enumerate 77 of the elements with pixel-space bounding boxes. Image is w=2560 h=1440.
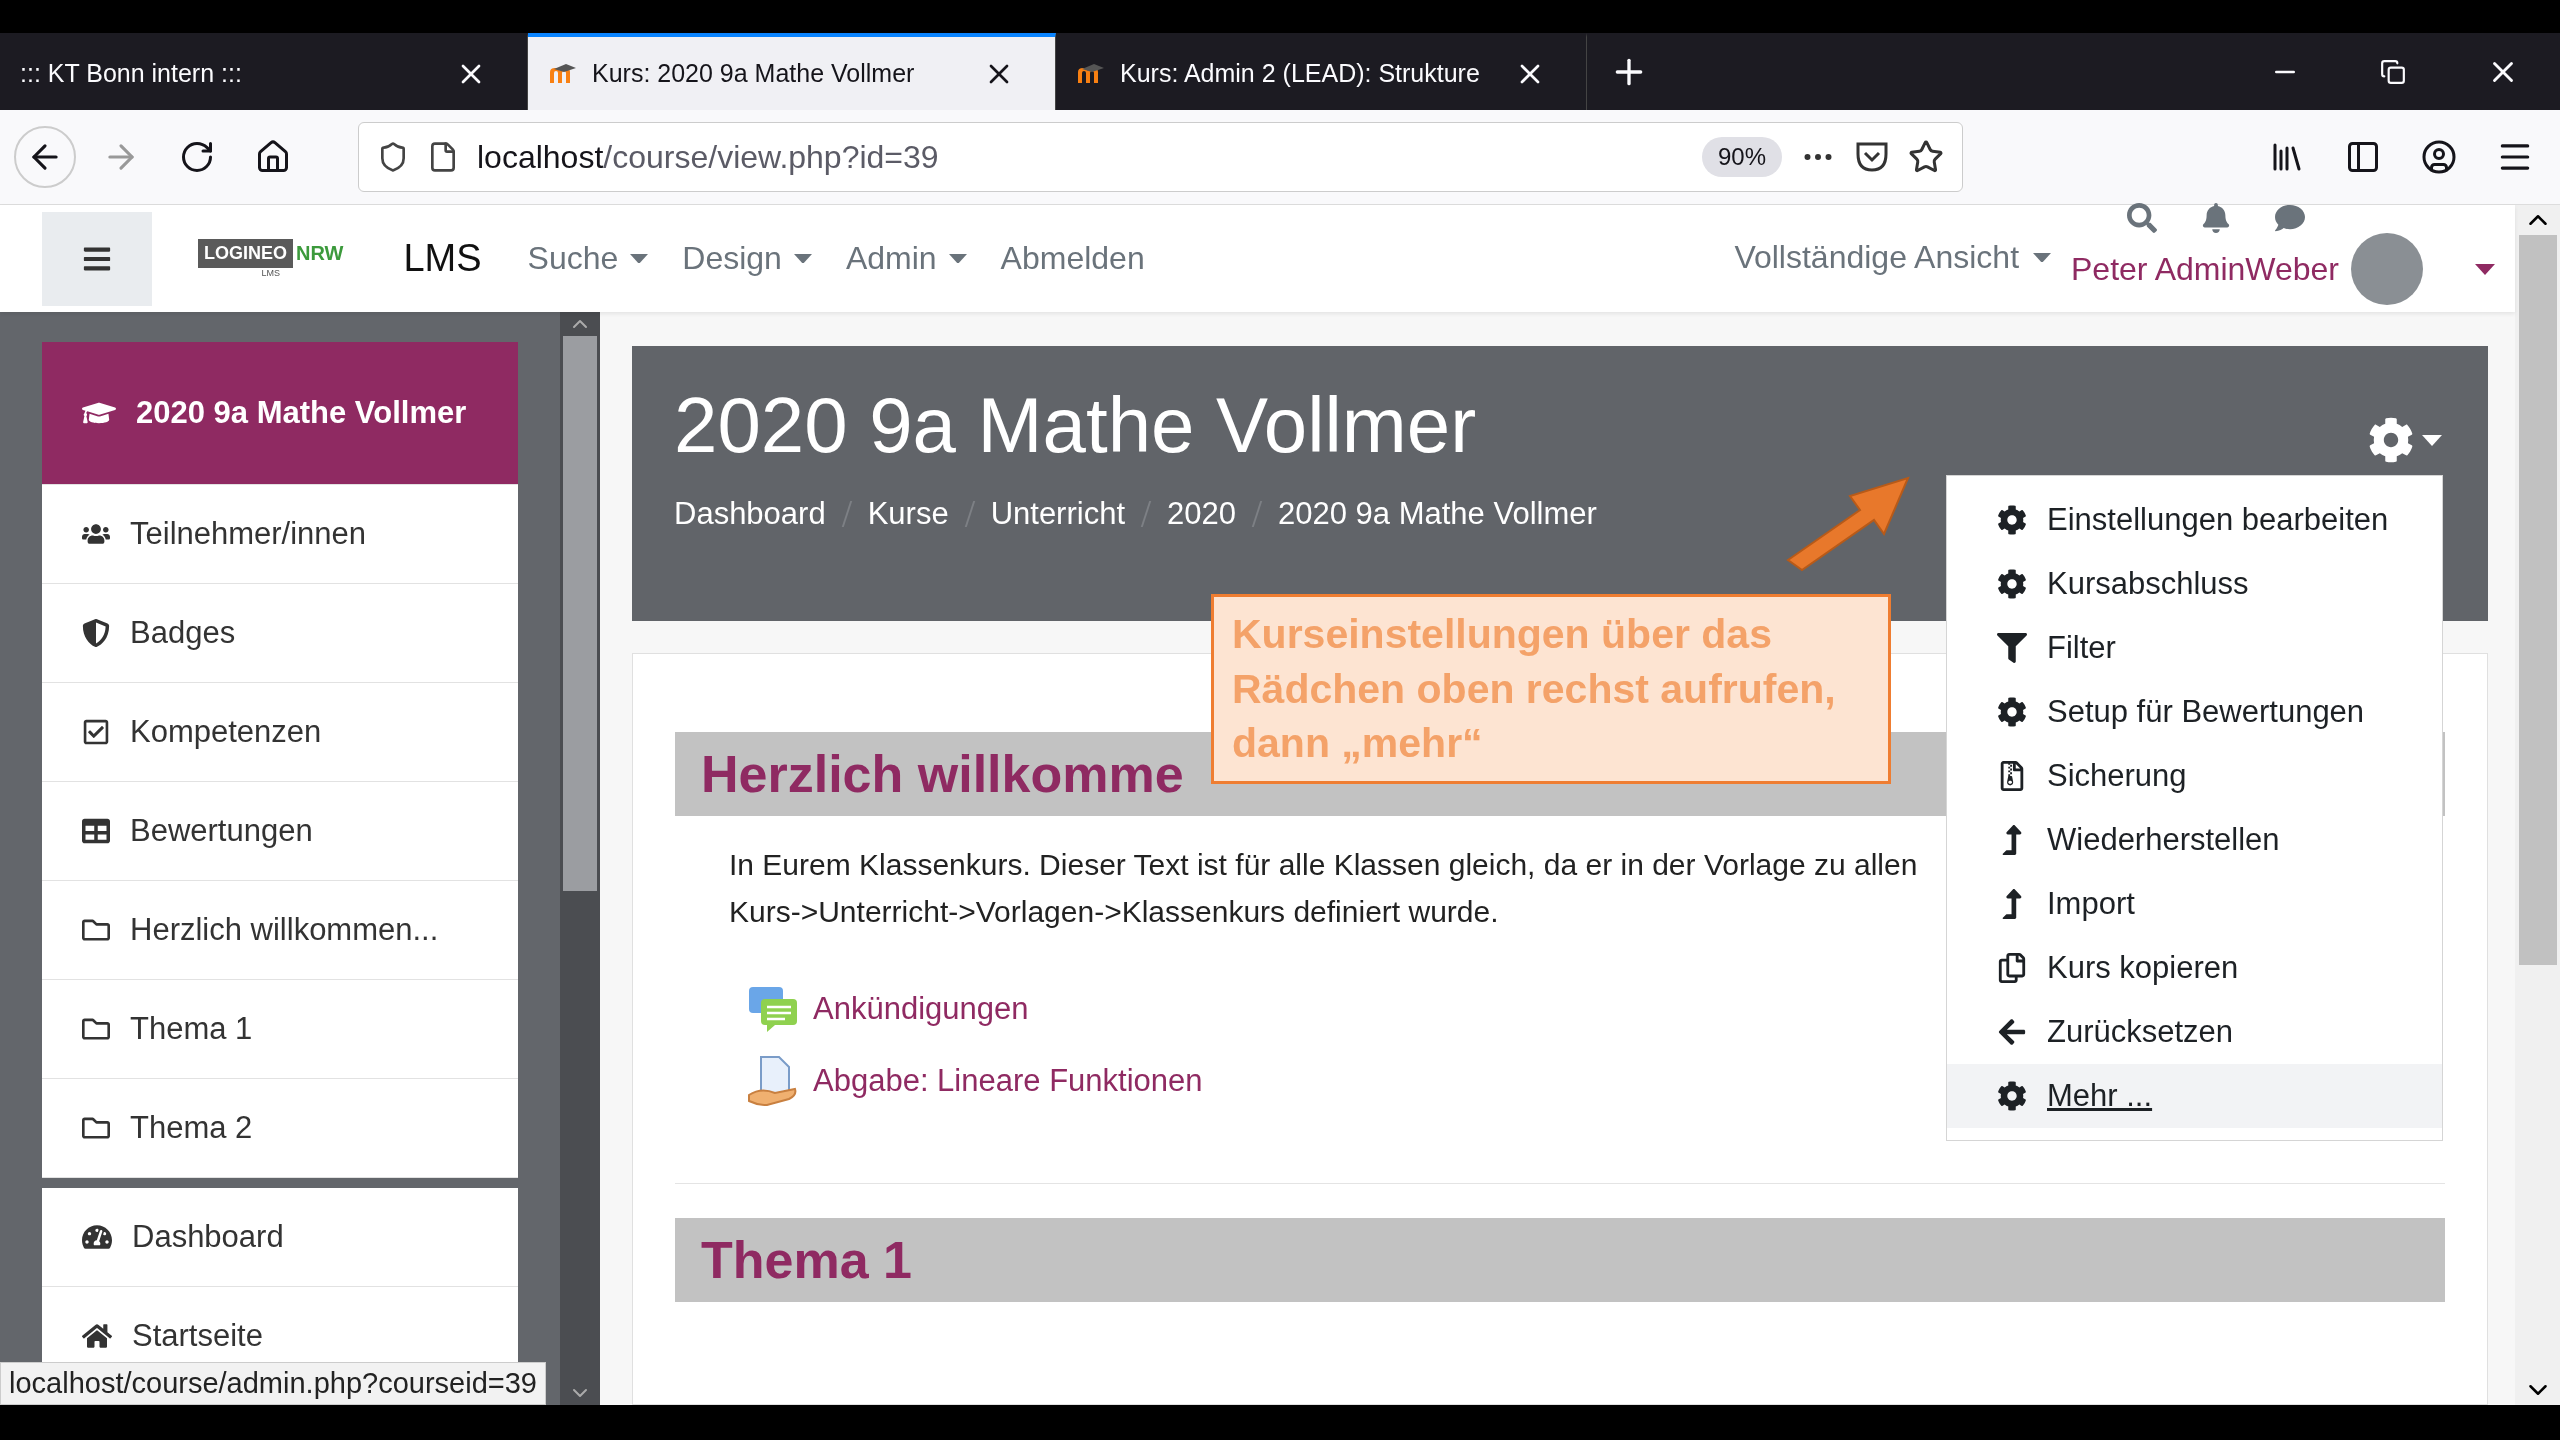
- menu-button[interactable]: [42, 211, 152, 306]
- scrollbar-thumb[interactable]: [563, 336, 597, 891]
- sidebar-item[interactable]: Dashboard: [42, 1188, 518, 1287]
- url-text: localhost/course/view.php?id=39: [477, 138, 940, 176]
- sidebar-item[interactable]: Teilnehmer/innen: [42, 485, 518, 584]
- sidebar-icon[interactable]: [2345, 139, 2381, 175]
- browser-tab[interactable]: Kurs: 2020 9a Mathe Vollmer: [528, 33, 1056, 110]
- filter-icon: [1997, 633, 2027, 663]
- sidebar-item[interactable]: Herzlich willkommen...: [42, 881, 518, 980]
- caret-icon: [2422, 434, 2442, 446]
- menu-item[interactable]: Zurücksetzen: [1947, 1000, 2442, 1064]
- menu-item[interactable]: Sicherung: [1947, 744, 2442, 808]
- logo-subtitle: LMS: [261, 268, 280, 278]
- scrollbar-thumb[interactable]: [2518, 235, 2557, 965]
- search-icon[interactable]: [2127, 203, 2157, 233]
- activity-link[interactable]: Abgabe: Lineare Funktionen: [747, 1055, 1203, 1107]
- pocket-icon[interactable]: [1854, 140, 1890, 174]
- menu-item[interactable]: Kurs kopieren: [1947, 936, 2442, 1000]
- nav-menu[interactable]: Abmelden: [1000, 240, 1145, 277]
- menu-item[interactable]: Wiederherstellen: [1947, 808, 2442, 872]
- course-title: 2020 9a Mathe Vollmer: [674, 386, 1478, 464]
- checkbox-icon: [82, 718, 110, 746]
- menu-item[interactable]: Filter: [1947, 616, 2442, 680]
- breadcrumb-link[interactable]: Dashboard: [674, 496, 826, 532]
- menu-item[interactable]: Kursabschluss: [1947, 552, 2442, 616]
- logo-wordmark: LOGINEO: [198, 239, 293, 268]
- settings-icon: [1997, 505, 2027, 535]
- sidebar-item[interactable]: Kompetenzen: [42, 683, 518, 782]
- bookmark-star-icon[interactable]: [1908, 139, 1944, 175]
- menu-item[interactable]: Import: [1947, 872, 2442, 936]
- menu-item[interactable]: Einstellungen bearbeiten: [1947, 488, 2442, 552]
- nav-menu[interactable]: Suche: [527, 240, 649, 277]
- sidebar-item[interactable]: Thema 2: [42, 1079, 518, 1178]
- left-arrow-icon: [1997, 1017, 2027, 1047]
- sidebar-item[interactable]: Bewertungen: [42, 782, 518, 881]
- settings-icon: [1997, 1081, 2027, 1111]
- table-icon: [82, 817, 110, 845]
- chat-bubbles-icon: [747, 985, 799, 1033]
- account-icon[interactable]: [2421, 139, 2457, 175]
- bell-icon[interactable]: [2201, 203, 2231, 233]
- settings-icon: [1997, 697, 2027, 727]
- section-title: Herzlich willkomme: [701, 744, 1184, 804]
- section-summary: In Eurem Klassenkurs. Dieser Text ist für alle Klassen gleich, da er in der Vorlage zu allen Kurs->Unterricht->Vorlagen->Klassenkurs definiert wurde.: [729, 847, 1919, 930]
- user-name[interactable]: Peter AdminWeber: [2071, 250, 2339, 288]
- home-icon[interactable]: [255, 139, 291, 175]
- document-on-hand-icon: [747, 1055, 799, 1107]
- breadcrumb-link[interactable]: 2020: [1167, 496, 1236, 532]
- home-icon: [82, 1321, 112, 1351]
- menu-item[interactable]: Setup für Bewertungen: [1947, 680, 2442, 744]
- folder-icon: [82, 1015, 110, 1043]
- restore-icon[interactable]: [2380, 58, 2406, 85]
- nav-menu[interactable]: Design: [682, 240, 812, 277]
- status-tooltip: localhost/course/admin.php?courseid=39: [0, 1362, 546, 1405]
- settings-icon: [1997, 569, 2027, 599]
- sidebar-item[interactable]: Badges: [42, 584, 518, 683]
- zoom-level[interactable]: 90%: [1701, 137, 1782, 177]
- logo-region: NRW: [295, 242, 344, 265]
- address-bar[interactable]: localhost/course/view.php?id=39 90%: [358, 122, 1963, 192]
- breadcrumb-link[interactable]: 2020 9a Mathe Vollmer: [1278, 496, 1597, 532]
- section-title: Thema 1: [701, 1230, 912, 1290]
- callout-note: Kurseinstellungen über das Rädchen oben rechst aufrufen, dann „mehr“: [1211, 594, 1891, 784]
- chat-icon[interactable]: [2275, 203, 2305, 233]
- dashboard-icon: [82, 1222, 112, 1252]
- shield-icon: [82, 619, 110, 647]
- caret-icon[interactable]: [2475, 263, 2495, 275]
- site-name[interactable]: LMS: [403, 237, 482, 280]
- breadcrumb-link[interactable]: Kurse: [867, 496, 949, 532]
- nav-menu[interactable]: Admin: [845, 240, 967, 277]
- settings-icon: [2368, 417, 2414, 463]
- copy-icon: [1997, 953, 2027, 983]
- view-switch[interactable]: Vollständige Ansicht: [1734, 239, 2051, 276]
- reload-icon[interactable]: [179, 139, 215, 175]
- sidebar-item[interactable]: 2020 9a Mathe Vollmer: [42, 342, 518, 485]
- sidebar-item[interactable]: Thema 1: [42, 980, 518, 1079]
- breadcrumb-link[interactable]: Unterricht: [990, 496, 1125, 532]
- menu-item[interactable]: Mehr ...: [1947, 1064, 2442, 1128]
- activity-link[interactable]: Ankündigungen: [747, 985, 1029, 1033]
